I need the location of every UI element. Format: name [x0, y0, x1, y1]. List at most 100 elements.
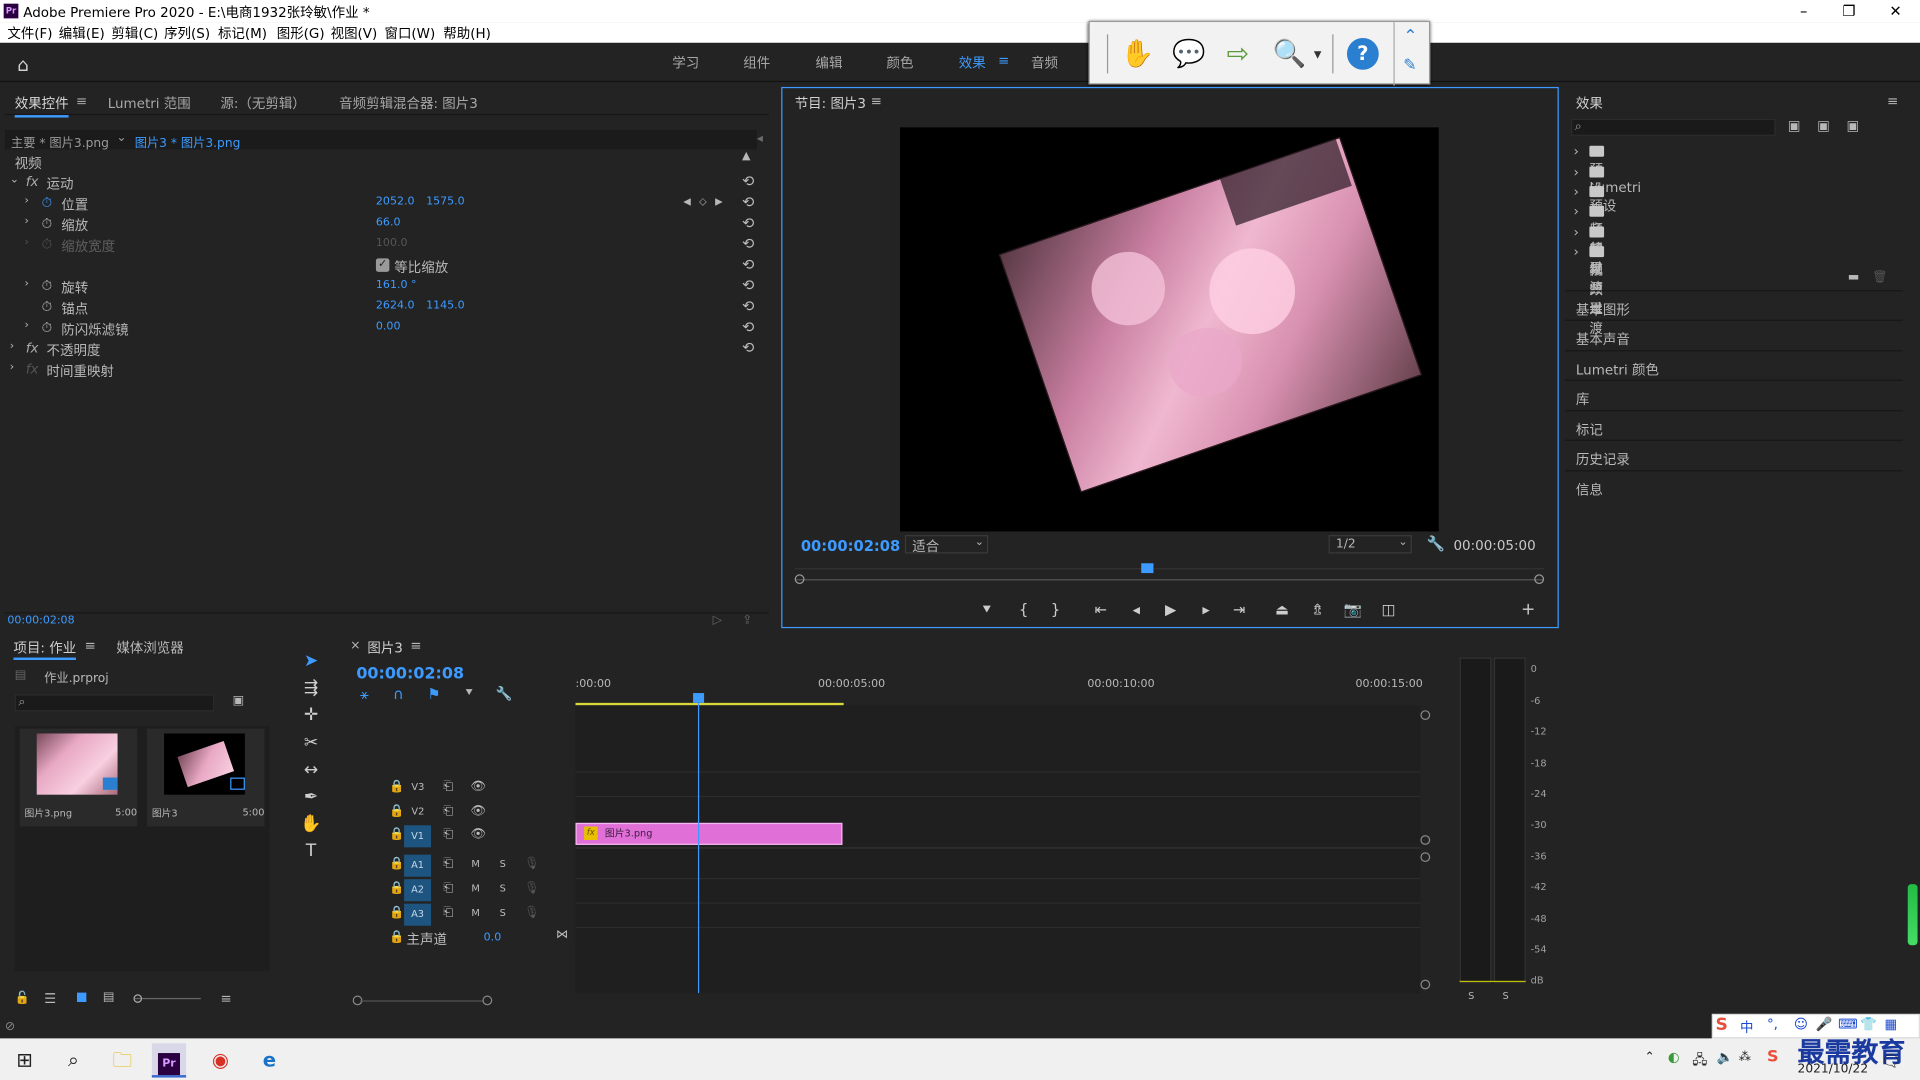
project-tab-menu-icon[interactable]: ≡ — [84, 638, 95, 654]
extract-icon[interactable]: ⇯ — [1307, 599, 1329, 621]
effect-controls-timecode[interactable]: 00:00:02:08 — [7, 615, 74, 627]
mic-icon[interactable]: 🎙 — [524, 882, 540, 895]
keyboard-icon[interactable]: ⌨ — [1838, 1016, 1857, 1032]
master-volume-value[interactable]: 0.0 — [484, 932, 502, 944]
project-search-icon[interactable]: ⌕ — [18, 696, 25, 709]
solo-button[interactable]: S — [500, 883, 506, 894]
scale-value[interactable]: 66.0 — [376, 217, 401, 229]
skin-icon[interactable]: 👕 — [1860, 1016, 1877, 1032]
go-to-out-icon[interactable]: ⇥ — [1228, 599, 1250, 621]
zoom-slider-handle[interactable] — [133, 994, 143, 1003]
ime-mode[interactable]: 中 — [1740, 1018, 1753, 1038]
sync-lock-icon[interactable]: ⎗ — [443, 857, 453, 870]
menu-help[interactable]: 帮助(H) — [443, 23, 491, 43]
freeform-view-icon[interactable]: ▤ — [103, 991, 115, 1004]
expand-scale-icon[interactable]: › — [24, 216, 28, 228]
solo-left-button[interactable]: S — [1468, 991, 1474, 1002]
expand-motion-icon[interactable]: ⌄ — [10, 174, 19, 186]
tab-effect-controls-menu-icon[interactable]: ≡ — [76, 93, 87, 109]
mute-button[interactable]: M — [471, 883, 479, 894]
pin-icon[interactable]: ✎ — [1403, 56, 1416, 74]
rotation-value[interactable]: 161.0 ° — [376, 279, 417, 291]
play-audio-icon[interactable]: ▷ — [713, 613, 722, 626]
track-lock-icon[interactable]: 🔒 — [389, 857, 404, 870]
new-bin-icon[interactable]: ▬ — [1848, 271, 1860, 284]
toolbox-icon[interactable]: ▦ — [1884, 1016, 1897, 1032]
ripple-edit-tool-icon[interactable]: ✛ — [299, 703, 323, 727]
reset-uniform-scale-icon[interactable]: ⟲ — [742, 256, 754, 273]
accelerated-effects-icon[interactable]: ▣ — [1817, 118, 1830, 134]
tray-arrow-icon[interactable]: ⌃ — [1644, 1051, 1654, 1064]
tab-media-browser[interactable]: 媒体浏览器 — [116, 638, 183, 658]
mute-button[interactable]: M — [471, 907, 479, 918]
mark-in-icon[interactable]: { — [1013, 599, 1035, 621]
stopwatch-anti-flicker-icon[interactable]: ⏱ — [42, 320, 53, 337]
voice-icon[interactable]: 🎤 — [1816, 1016, 1833, 1032]
next-keyframe-icon[interactable]: ▶ — [715, 196, 723, 207]
expand-anti-flicker-icon[interactable]: › — [24, 320, 28, 332]
track-area[interactable]: fx 图片3.png — [575, 693, 1421, 994]
tray-app-icon[interactable]: ◐ — [1668, 1049, 1680, 1065]
uniform-scale-checkbox[interactable]: ✓ — [375, 258, 390, 272]
list-view-icon[interactable]: ☰ — [44, 991, 56, 1007]
section-lumetri-color[interactable]: Lumetri 颜色 — [1564, 350, 1903, 379]
play-icon[interactable]: ▶ — [1160, 599, 1182, 621]
master-jump-icon[interactable]: ⋈ — [556, 928, 568, 941]
resolution-dropdown-icon[interactable]: ⌄ — [1398, 536, 1407, 548]
hand-icon[interactable]: ✋ — [1119, 37, 1156, 74]
section-markers[interactable]: 标记 — [1564, 410, 1903, 439]
sort-icon[interactable]: ≡ — [220, 991, 231, 1007]
lock-icon[interactable]: 🔓 — [15, 992, 30, 1005]
reset-scale-icon[interactable]: ⟲ — [742, 214, 754, 231]
type-tool-icon[interactable]: T — [299, 839, 323, 863]
track-lock-icon[interactable]: 🔒 — [389, 804, 404, 817]
premiere-icon[interactable]: Pr — [151, 1043, 187, 1078]
pen-tool-icon[interactable]: ✒ — [299, 785, 323, 809]
stopwatch-rotation-icon[interactable]: ⏱ — [42, 278, 53, 295]
lift-icon[interactable]: ⏏ — [1271, 599, 1293, 621]
add-marker-timeline-icon[interactable]: ⯆ — [464, 687, 474, 700]
menu-graphics[interactable]: 图形(G) — [277, 23, 325, 43]
motion-row[interactable]: ⌄ fx 运动 ⟲ — [5, 171, 762, 193]
go-to-in-icon[interactable]: ⇤ — [1090, 599, 1112, 621]
timeline-settings-icon[interactable]: 🔧 — [496, 686, 513, 702]
sync-lock-icon[interactable]: ⎗ — [443, 906, 453, 919]
menu-edit[interactable]: 编辑(E) — [59, 23, 105, 43]
comparison-view-icon[interactable]: ◫ — [1378, 599, 1400, 621]
chrome-icon[interactable]: ◉ — [203, 1043, 237, 1077]
add-button-icon[interactable]: + — [1517, 599, 1539, 621]
reset-anti-flicker-icon[interactable]: ⟲ — [742, 318, 754, 335]
horizontal-scrollbar[interactable] — [352, 993, 1418, 1008]
program-playhead[interactable] — [1140, 563, 1154, 574]
expand-opacity-icon[interactable]: › — [10, 340, 14, 352]
track-lock-icon[interactable]: 🔒 — [389, 780, 404, 793]
home-icon[interactable]: ⌂ — [17, 54, 29, 76]
track-target-a3[interactable]: A3 — [404, 903, 432, 926]
menu-marker[interactable]: 标记(M) — [218, 23, 267, 43]
timeline-timecode[interactable]: 00:00:02:08 — [356, 665, 464, 683]
position-y-value[interactable]: 1575.0 — [426, 196, 465, 208]
export-frame-button-icon[interactable]: 📷 — [1342, 599, 1364, 621]
workspace-assembly[interactable]: 组件 — [743, 53, 770, 73]
track-lock-icon[interactable]: 🔒 — [389, 882, 404, 895]
menu-view[interactable]: 视图(V) — [331, 23, 378, 43]
add-marker-icon[interactable]: ⯆ — [976, 599, 998, 621]
explorer-icon[interactable]: 🗀 — [105, 1043, 139, 1077]
linked-selection-icon[interactable]: ⚑ — [427, 686, 440, 703]
delete-icon[interactable]: 🗑 — [1872, 271, 1888, 284]
tab-audio-clip-mixer[interactable]: 音频剪辑混合器: 图片3 — [339, 93, 478, 113]
zoom-icon[interactable]: 🔍 — [1271, 37, 1308, 74]
stopwatch-scale-icon[interactable]: ⏱ — [42, 216, 53, 233]
eye-icon[interactable]: 👁 — [470, 828, 486, 841]
sequence-clip-label[interactable]: 图片3 * 图片3.png — [135, 132, 241, 150]
export-icon[interactable]: ⇨ — [1220, 37, 1257, 74]
icon-view-icon[interactable]: ■ — [76, 991, 88, 1004]
collapse-arrow-icon[interactable]: ◂ — [757, 132, 763, 145]
fit-select[interactable]: 适合 — [912, 536, 939, 556]
time-remap-row[interactable]: › fx 时间重映射 — [5, 359, 762, 379]
track-lock-icon[interactable]: 🔒 — [389, 931, 404, 944]
effects-panel-menu-icon[interactable]: ≡ — [1887, 93, 1898, 109]
menu-file[interactable]: 文件(F) — [7, 23, 52, 43]
help-icon[interactable]: ? — [1346, 37, 1379, 70]
maximize-button[interactable]: ❐ — [1827, 0, 1871, 22]
